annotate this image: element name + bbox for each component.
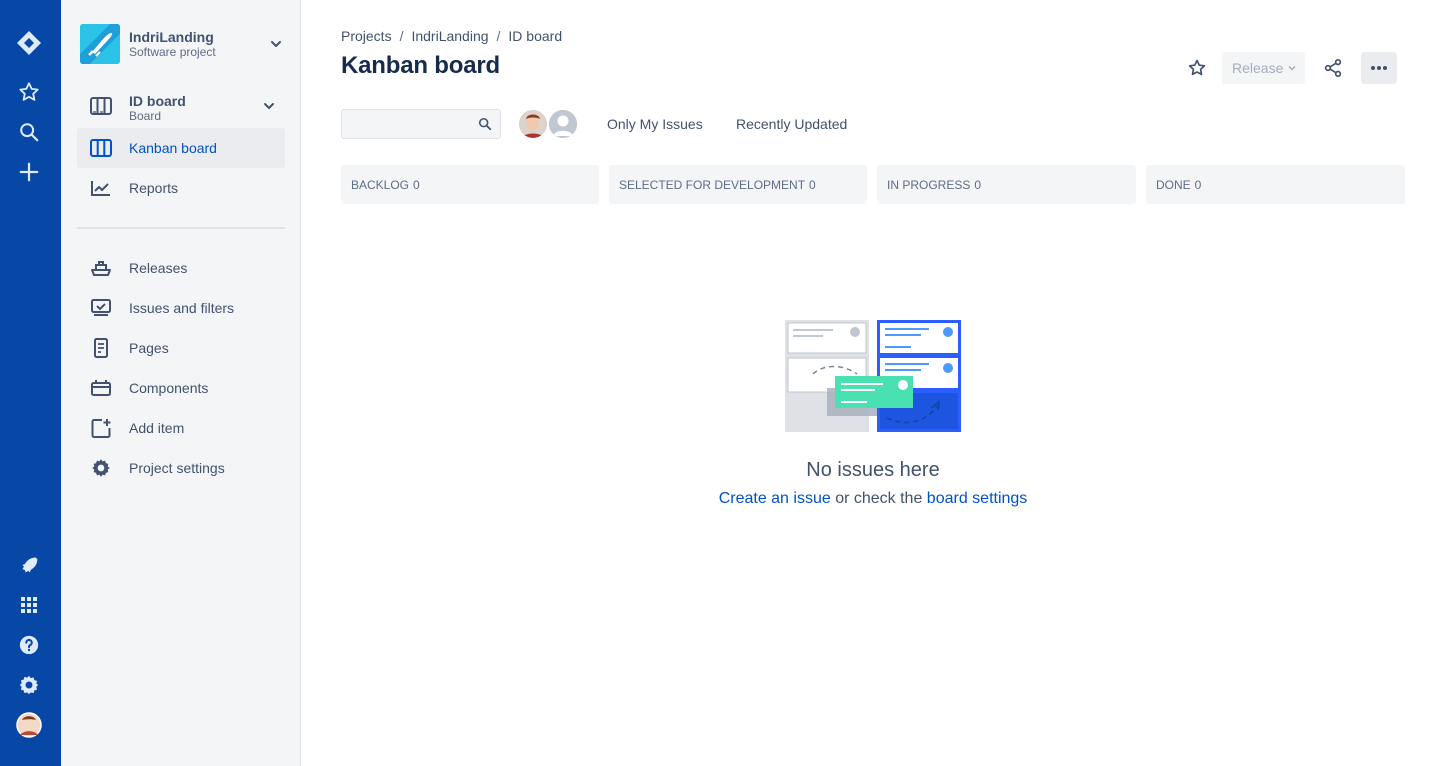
sidebar-item-kanban-board[interactable]: Kanban board (77, 128, 285, 168)
breadcrumb-separator: / (399, 28, 404, 44)
plus-icon[interactable] (14, 157, 44, 187)
share-button[interactable] (1321, 56, 1345, 80)
empty-state-message: Create an issue or check the board setti… (301, 490, 1437, 508)
star-button[interactable] (1185, 56, 1209, 80)
jira-logo-icon[interactable] (14, 28, 44, 58)
board-icon (90, 96, 112, 121)
sidebar-item-reports[interactable]: Reports (77, 168, 285, 208)
breadcrumb-board[interactable]: ID board (508, 28, 562, 44)
sidebar-divider (77, 227, 285, 229)
sidebar-item-releases[interactable]: Releases (77, 248, 285, 288)
star-icon[interactable] (14, 77, 44, 107)
breadcrumb-projects[interactable]: Projects (341, 28, 392, 44)
search-icon (478, 117, 492, 136)
search-field[interactable] (341, 109, 501, 139)
rocket-icon[interactable] (14, 550, 44, 580)
column-header: IN PROGRESS 0 (877, 165, 1136, 204)
column-count: 0 (1194, 178, 1202, 192)
empty-state-title: No issues here (806, 459, 940, 481)
chevron-down-icon (261, 98, 277, 119)
main-content: Projects / IndriLanding / ID board Kanban bo… (301, 0, 1437, 766)
avatar[interactable] (517, 108, 549, 140)
column-name: IN PROGRESS (887, 178, 971, 192)
project-sidebar: IndriLanding Software project ID board B… (61, 0, 301, 766)
sidebar-item-label: Reports (129, 180, 179, 196)
sidebar-item-label: Add item (129, 420, 185, 436)
empty-board-illustration (783, 318, 963, 439)
page-icon (90, 338, 112, 358)
release-label: Release (1232, 60, 1284, 76)
gear-icon (90, 458, 112, 478)
quick-filter-recently-updated[interactable]: Recently Updated (736, 116, 847, 132)
sidebar-item-label: Project settings (129, 460, 225, 476)
column-name: SELECTED FOR DEVELOPMENT (619, 178, 806, 192)
sidebar-item-label: Pages (129, 340, 169, 356)
sidebar-item-label: Kanban board (129, 140, 217, 156)
ship-icon (90, 258, 112, 278)
column-count: 0 (809, 178, 816, 192)
sidebar-item-components[interactable]: Components (77, 368, 285, 408)
help-icon[interactable] (14, 630, 44, 660)
project-header[interactable]: IndriLanding Software project (80, 24, 281, 64)
board-settings-link[interactable]: board settings (927, 490, 1028, 507)
search-input[interactable] (342, 110, 472, 138)
column-count: 0 (974, 178, 982, 192)
board-columns-icon (90, 138, 112, 158)
issues-icon (90, 298, 112, 318)
sidebar-item-label: Issues and filters (129, 300, 235, 316)
app-root: IndriLanding Software project ID board B… (0, 0, 1437, 766)
breadcrumb-project[interactable]: IndriLanding (411, 28, 488, 44)
chevron-down-icon (1288, 65, 1296, 71)
release-button[interactable]: Release (1222, 52, 1305, 84)
column-header: SELECTED FOR DEVELOPMENT 0 (609, 165, 867, 204)
project-type: Software project (129, 45, 216, 59)
component-icon (90, 378, 112, 398)
board-type: Board (129, 109, 162, 123)
line-chart-icon (90, 178, 112, 198)
column-header: BACKLOG 0 (341, 165, 599, 204)
empty-state-connector: or check the (830, 490, 927, 507)
page-title: Kanban board (341, 52, 500, 79)
sidebar-item-project-settings[interactable]: Project settings (77, 448, 285, 488)
sidebar-item-add-item[interactable]: Add item (77, 408, 285, 448)
breadcrumb-separator: / (496, 28, 501, 44)
quick-filter-only-my-issues[interactable]: Only My Issues (607, 116, 703, 132)
star-icon (1188, 59, 1206, 76)
share-icon (1324, 59, 1342, 78)
more-icon (1371, 66, 1387, 70)
sidebar-item-label: Components (129, 380, 209, 396)
create-issue-link[interactable]: Create an issue (719, 490, 831, 507)
search-icon[interactable] (14, 117, 44, 147)
column-header: DONE 0 (1146, 165, 1405, 204)
sidebar-item-pages[interactable]: Pages (77, 328, 285, 368)
sidebar-item-label: Releases (129, 260, 188, 276)
more-actions-button[interactable] (1361, 52, 1397, 84)
global-nav (0, 0, 61, 766)
column-name: DONE (1156, 178, 1191, 192)
board-name: ID board (129, 93, 186, 109)
breadcrumb: Projects / IndriLanding / ID board (341, 28, 562, 44)
add-item-icon (90, 418, 112, 438)
sidebar-item-issues-and-filters[interactable]: Issues and filters (77, 288, 285, 328)
app-switcher-icon[interactable] (14, 590, 44, 620)
unassigned-avatar[interactable] (547, 108, 579, 140)
column-name: BACKLOG (351, 178, 410, 192)
settings-icon[interactable] (14, 670, 44, 700)
column-count: 0 (413, 178, 420, 192)
board-selector[interactable]: ID board Board (77, 88, 285, 124)
project-name: IndriLanding (129, 29, 214, 45)
chevron-down-icon (268, 36, 284, 57)
project-avatar (80, 24, 120, 64)
user-avatar[interactable] (14, 710, 44, 740)
